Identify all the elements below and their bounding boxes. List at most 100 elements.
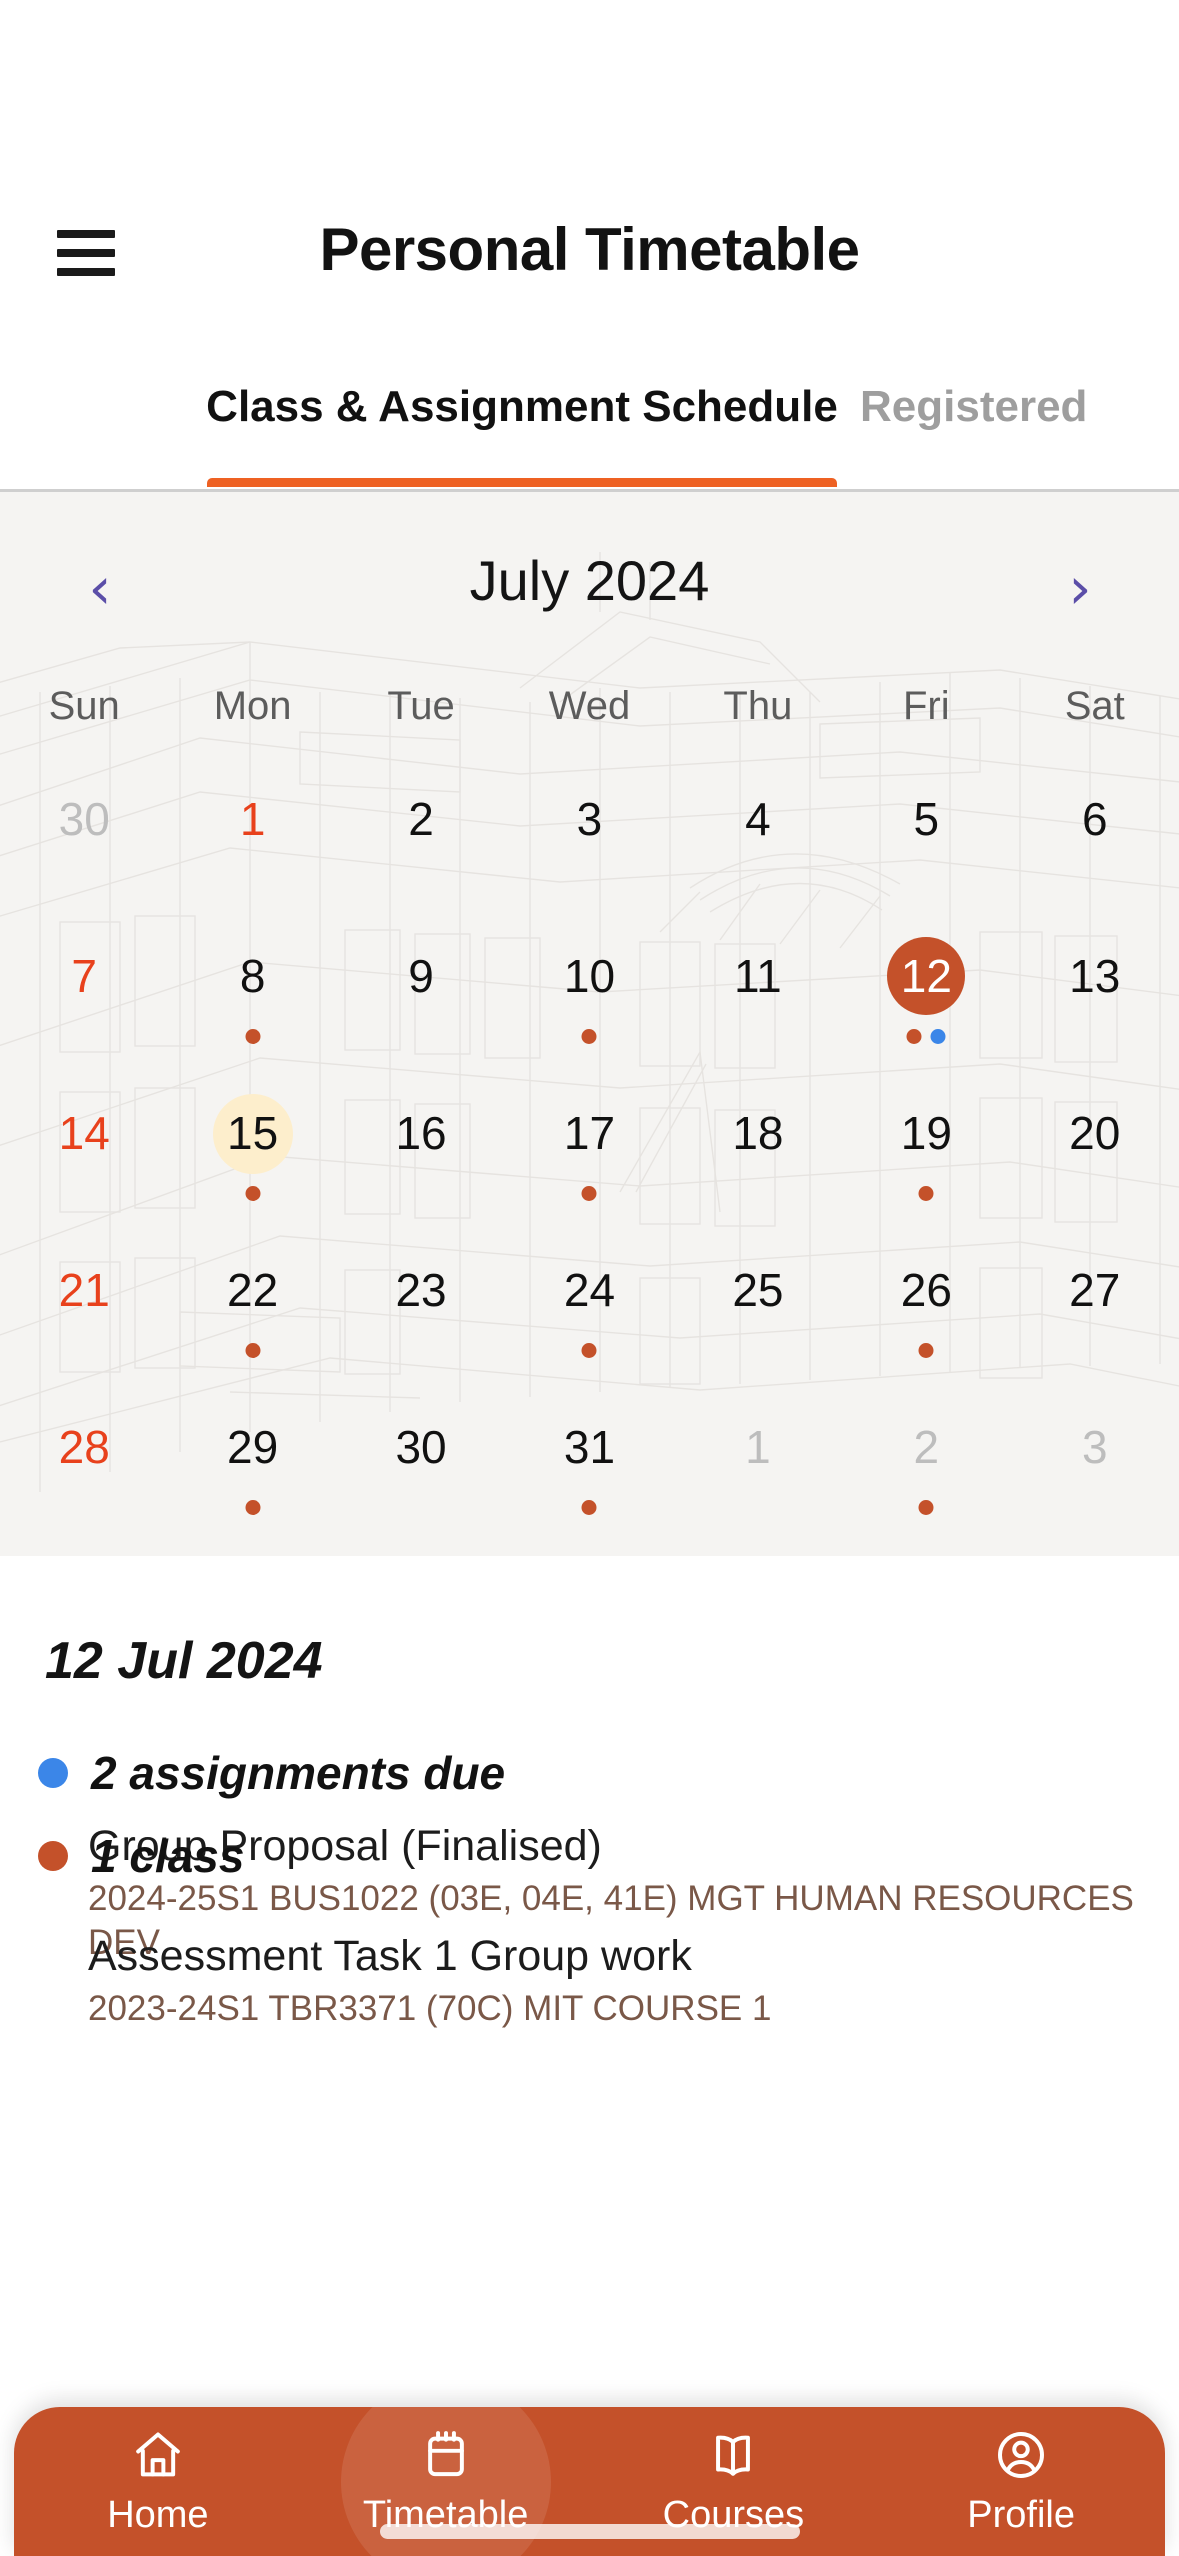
event-dot-group (918, 1186, 934, 1201)
calendar-day-cell[interactable]: 8 (168, 929, 336, 1086)
calendar-day-cell[interactable]: 23 (337, 1243, 505, 1400)
calendar-day-number: 12 (900, 950, 952, 1002)
event-dot-group (581, 1186, 597, 1201)
event-dot-group (581, 1029, 597, 1044)
calendar-day-number: 17 (563, 1107, 616, 1159)
calendar-day-cell[interactable]: 9 (337, 929, 505, 1086)
class-dot-icon (906, 1029, 922, 1044)
home-icon (130, 2427, 186, 2483)
calendar-day-cell[interactable]: 24 (505, 1243, 673, 1400)
calendar-day-cell[interactable]: 3 (1011, 1400, 1179, 1556)
classes-group-title: 1 class (91, 1830, 245, 1882)
calendar-day-cell[interactable]: 15 (168, 1086, 336, 1243)
calendar-day-cell[interactable]: 14 (0, 1086, 168, 1243)
calendar-day-number: 8 (239, 950, 266, 1002)
nav-item-home[interactable]: Home (14, 2407, 302, 2556)
class-dot-icon (918, 1500, 934, 1515)
assignment-dot-icon (930, 1029, 946, 1044)
event-dot-group (581, 1500, 597, 1515)
calendar-day-number: 25 (732, 1264, 784, 1316)
calendar-week-row: 21 22 23 24 25 26 27 (0, 1243, 1179, 1400)
weekday-thu: Thu (723, 684, 793, 728)
event-dot-group (245, 1186, 261, 1201)
class-dot-icon (581, 1343, 597, 1358)
assignment-list-item[interactable]: Assessment Task 1 Group work 2023-24S1 T… (88, 1930, 1148, 2031)
calendar-day-cell[interactable]: 6 (1011, 772, 1179, 929)
calendar-day-number: 28 (58, 1421, 110, 1473)
calendar-header: ‹ July 2024 › (0, 530, 1179, 640)
calendar-day-cell[interactable]: 18 (674, 1086, 842, 1243)
class-dot-icon (581, 1186, 597, 1201)
day-detail-panel: 12 Jul 2024 2 assignments due Group Prop… (0, 1556, 1179, 2556)
calendar-day-cell[interactable]: 20 (1011, 1086, 1179, 1243)
app-bar: Personal Timetable (0, 0, 1179, 320)
calendar-day-cell[interactable]: 31 (505, 1400, 673, 1556)
calendar-day-cell[interactable]: 2 (337, 772, 505, 929)
weekday-fri: Fri (903, 684, 950, 728)
calendar-day-cell[interactable]: 21 (0, 1243, 168, 1400)
page-title: Personal Timetable (319, 216, 860, 283)
calendar-day-number: 23 (395, 1264, 447, 1316)
calendar-week-row: 14 15 16 17 18 19 20 (0, 1086, 1179, 1243)
calendar-day-number: 22 (227, 1264, 279, 1316)
event-dot-group (918, 1343, 934, 1358)
calendar-day-cell[interactable]: 30 (0, 772, 168, 929)
calendar-grid: 30 1 2 3 4 5 6 7 8 9 10 11 12 13 14 15 16 17 18 19 20 21 22 23 2… (0, 772, 1179, 1556)
calendar-day-number: 3 (576, 793, 603, 845)
calendar-day-cell[interactable]: 27 (1011, 1243, 1179, 1400)
calendar-day-cell[interactable]: 29 (168, 1400, 336, 1556)
weekday-wed: Wed (548, 684, 631, 728)
tab-registered[interactable]: Registered (860, 360, 1179, 489)
tab-bar: Class & Assignment Schedule Registered (0, 360, 1179, 492)
calendar-day-number: 20 (1069, 1107, 1121, 1159)
event-dot-group (245, 1500, 261, 1515)
calendar-day-cell[interactable]: 13 (1011, 929, 1179, 1086)
home-indicator (379, 2524, 800, 2539)
tab-class-assignment-schedule[interactable]: Class & Assignment Schedule (206, 360, 838, 489)
assignment-title: Group Proposal (Finalised) (88, 1822, 602, 1870)
weekday-header-row: Sun Mon Tue Wed Thu Fri Sat (0, 684, 1179, 750)
calendar-day-cell[interactable]: 26 (842, 1243, 1010, 1400)
weekday-sun: Sun (48, 684, 120, 728)
calendar-day-cell[interactable]: 30 (337, 1400, 505, 1556)
assignments-bullet-icon (38, 1758, 68, 1788)
calendar-day-number: 11 (734, 950, 782, 1002)
calendar-day-cell[interactable]: 5 (842, 772, 1010, 929)
calendar-day-cell[interactable]: 19 (842, 1086, 1010, 1243)
chevron-right-icon[interactable]: › (1035, 550, 1125, 626)
calendar-day-number: 10 (563, 950, 616, 1002)
calendar-day-number: 3 (1081, 1421, 1108, 1473)
calendar-day-cell[interactable]: 1 (674, 1400, 842, 1556)
calendar-day-number: 24 (563, 1264, 616, 1316)
calendar-day-cell[interactable]: 12 (842, 929, 1010, 1086)
calendar-day-cell[interactable]: 2 (842, 1400, 1010, 1556)
calendar-day-cell[interactable]: 7 (0, 929, 168, 1086)
calendar-day-number: 9 (408, 950, 434, 1002)
nav-item-profile[interactable]: Profile (877, 2407, 1165, 2556)
calendar-day-cell[interactable]: 28 (0, 1400, 168, 1556)
event-dot-group (918, 1500, 934, 1515)
calendar-day-cell[interactable]: 17 (505, 1086, 673, 1243)
calendar-day-cell[interactable]: 22 (168, 1243, 336, 1400)
calendar-day-number: 2 (913, 1421, 940, 1473)
weekday-mon: Mon (213, 684, 292, 728)
calendar-day-number: 5 (913, 793, 940, 845)
account-circle-icon (993, 2427, 1049, 2483)
calendar-day-cell[interactable]: 4 (674, 772, 842, 929)
calendar-day-number: 15 (227, 1107, 279, 1159)
calendar-week-row: 30 1 2 3 4 5 6 (0, 772, 1179, 929)
class-dot-icon (245, 1186, 261, 1201)
calendar-day-cell[interactable]: 16 (337, 1086, 505, 1243)
class-dot-icon (245, 1500, 261, 1515)
calendar-day-cell[interactable]: 3 (505, 772, 673, 929)
assignments-group-title: 2 assignments due (91, 1747, 506, 1799)
calendar-day-cell[interactable]: 10 (505, 929, 673, 1086)
calendar-day-number: 1 (745, 1421, 771, 1473)
calendar-day-cell[interactable]: 25 (674, 1243, 842, 1400)
assignment-title: Assessment Task 1 Group work (88, 1932, 692, 1980)
class-dot-icon (918, 1186, 934, 1201)
calendar-day-cell[interactable]: 11 (674, 929, 842, 1086)
event-dot-group (245, 1029, 261, 1044)
calendar-icon (418, 2427, 474, 2483)
calendar-day-cell[interactable]: 1 (168, 772, 336, 929)
